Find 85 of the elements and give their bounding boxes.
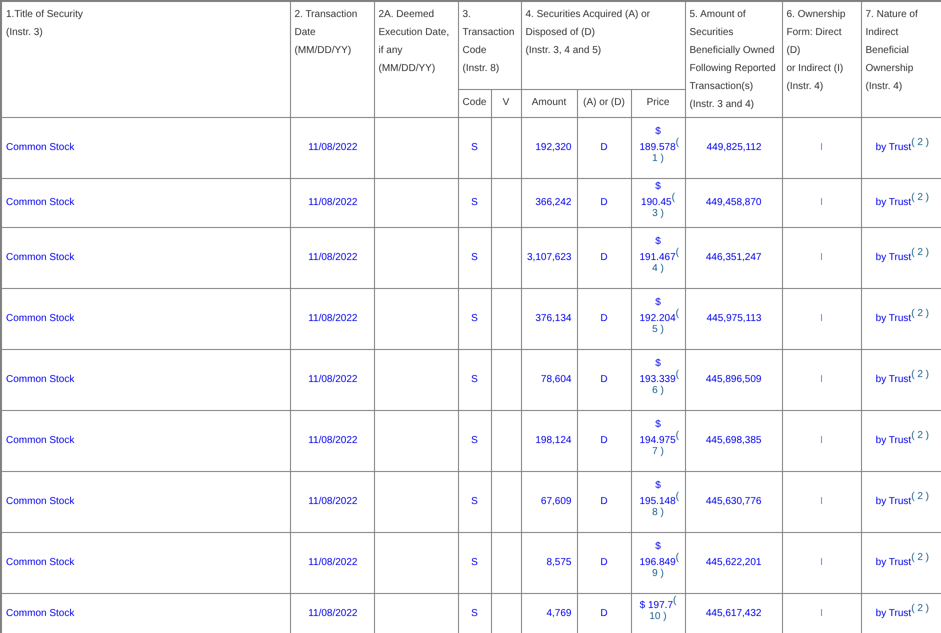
transaction-code: S xyxy=(471,142,478,152)
acquired-disposed: D xyxy=(600,434,608,446)
amount: 78,604 xyxy=(540,374,572,384)
transaction-code: S xyxy=(471,312,478,324)
acquired-disposed: D xyxy=(600,608,608,619)
transaction-date: 11/08/2022 xyxy=(308,608,358,619)
ownership-nature: by Trust( 2 ) xyxy=(876,308,929,324)
owned-amount: 445,630,776 xyxy=(706,496,762,506)
owned-amount: 446,351,247 xyxy=(706,252,762,262)
column-header: 7. Nature of Indirect Beneficial Ownership (Instr. 4) xyxy=(866,8,919,94)
owned-amount: 449,458,870 xyxy=(706,196,762,208)
owned-amount: 445,622,201 xyxy=(706,556,762,568)
ownership-nature: by Trust( 2 ) xyxy=(876,136,929,152)
transaction-date: 11/08/2022 xyxy=(308,252,358,262)
ownership-form: I xyxy=(820,374,823,384)
amount: 67,609 xyxy=(540,496,572,506)
acquired-disposed: D xyxy=(600,374,608,384)
acquired-disposed: D xyxy=(600,496,608,506)
security-title: Common Stock xyxy=(6,608,74,619)
owned-amount: 445,896,509 xyxy=(706,374,762,384)
amount: 376,134 xyxy=(535,312,572,324)
ownership-form: I xyxy=(820,252,823,262)
subcolumn-header: Code xyxy=(462,97,486,108)
subcolumn-header: Price xyxy=(646,97,670,108)
ownership-nature: by Trust( 2 ) xyxy=(876,246,929,262)
ownership-nature: by Trust( 2 ) xyxy=(876,552,929,568)
security-title: Common Stock xyxy=(6,312,74,324)
column-header: 4. Securities Acquired (A) or Disposed of (D) (Instr. 3, 4 and 5) xyxy=(526,8,651,58)
amount: 192,320 xyxy=(535,142,572,152)
ownership-form: I xyxy=(820,496,823,506)
transaction-date: 11/08/2022 xyxy=(308,142,358,152)
ownership-form: I xyxy=(820,434,823,446)
ownership-form: I xyxy=(820,608,823,619)
column-header: 2A. Deemed Execution Date, if any (MM/DD/YY) xyxy=(378,8,450,76)
amount: 198,124 xyxy=(535,434,572,446)
acquired-disposed: D xyxy=(600,556,608,568)
owned-amount: 445,617,432 xyxy=(706,608,762,619)
column-header: 2. Transaction Date (MM/DD/YY) xyxy=(294,8,358,58)
subcolumn-header: (A) or (D) xyxy=(583,97,625,108)
owned-amount: 445,698,385 xyxy=(706,434,762,446)
ownership-nature: by Trust( 2 ) xyxy=(876,490,929,506)
security-title: Common Stock xyxy=(6,196,74,208)
amount: 3,107,623 xyxy=(527,252,572,262)
acquired-disposed: D xyxy=(600,312,608,324)
transaction-code: S xyxy=(471,196,478,208)
transaction-date: 11/08/2022 xyxy=(308,196,358,208)
column-header: 6. Ownership Form: Direct (D) or Indirect (I) (Instr. 4) xyxy=(786,8,846,94)
transaction-date: 11/08/2022 xyxy=(308,496,358,506)
amount: 366,242 xyxy=(535,196,572,208)
acquired-disposed: D xyxy=(600,252,608,262)
security-title: Common Stock xyxy=(6,252,74,262)
ownership-nature: by Trust( 2 ) xyxy=(876,368,929,384)
ownership-nature: by Trust( 2 ) xyxy=(876,430,929,446)
subcolumn-header: Amount xyxy=(532,97,566,108)
security-title: Common Stock xyxy=(6,434,74,446)
security-title: Common Stock xyxy=(6,496,74,506)
subcolumn-header: V xyxy=(502,97,510,108)
transaction-code: S xyxy=(471,556,478,568)
ownership-form: I xyxy=(820,556,823,568)
ownership-form: I xyxy=(820,196,823,208)
column-header: 3. Transaction Code (Instr. 8) xyxy=(462,8,516,76)
column-header: 1.Title of Security (Instr. 3) xyxy=(6,8,84,40)
acquired-disposed: D xyxy=(600,196,608,208)
security-title: Common Stock xyxy=(6,374,74,384)
ownership-nature: by Trust( 2 ) xyxy=(876,602,929,619)
security-title: Common Stock xyxy=(6,556,74,568)
transaction-code: S xyxy=(471,608,478,619)
transaction-date: 11/08/2022 xyxy=(308,556,358,568)
owned-amount: 445,975,113 xyxy=(706,312,762,324)
amount: 4,769 xyxy=(546,608,572,619)
transaction-date: 11/08/2022 xyxy=(308,312,358,324)
acquired-disposed: D xyxy=(600,142,608,152)
transaction-date: 11/08/2022 xyxy=(308,434,358,446)
ownership-form: I xyxy=(820,312,823,324)
transaction-date: 11/08/2022 xyxy=(308,374,358,384)
amount: 8,575 xyxy=(546,556,572,568)
transaction-code: S xyxy=(471,434,478,446)
ownership-form: I xyxy=(820,142,823,152)
owned-amount: 449,825,112 xyxy=(706,142,762,152)
transaction-code: S xyxy=(471,496,478,506)
transaction-code: S xyxy=(471,374,478,384)
transaction-code: S xyxy=(471,252,478,262)
ownership-nature: by Trust( 2 ) xyxy=(876,192,929,208)
column-header: 5. Amount of Securities Beneficially Owned Following Reported Transaction(s) (Instr. 3 and 4) xyxy=(690,8,777,112)
security-title: Common Stock xyxy=(6,142,74,152)
